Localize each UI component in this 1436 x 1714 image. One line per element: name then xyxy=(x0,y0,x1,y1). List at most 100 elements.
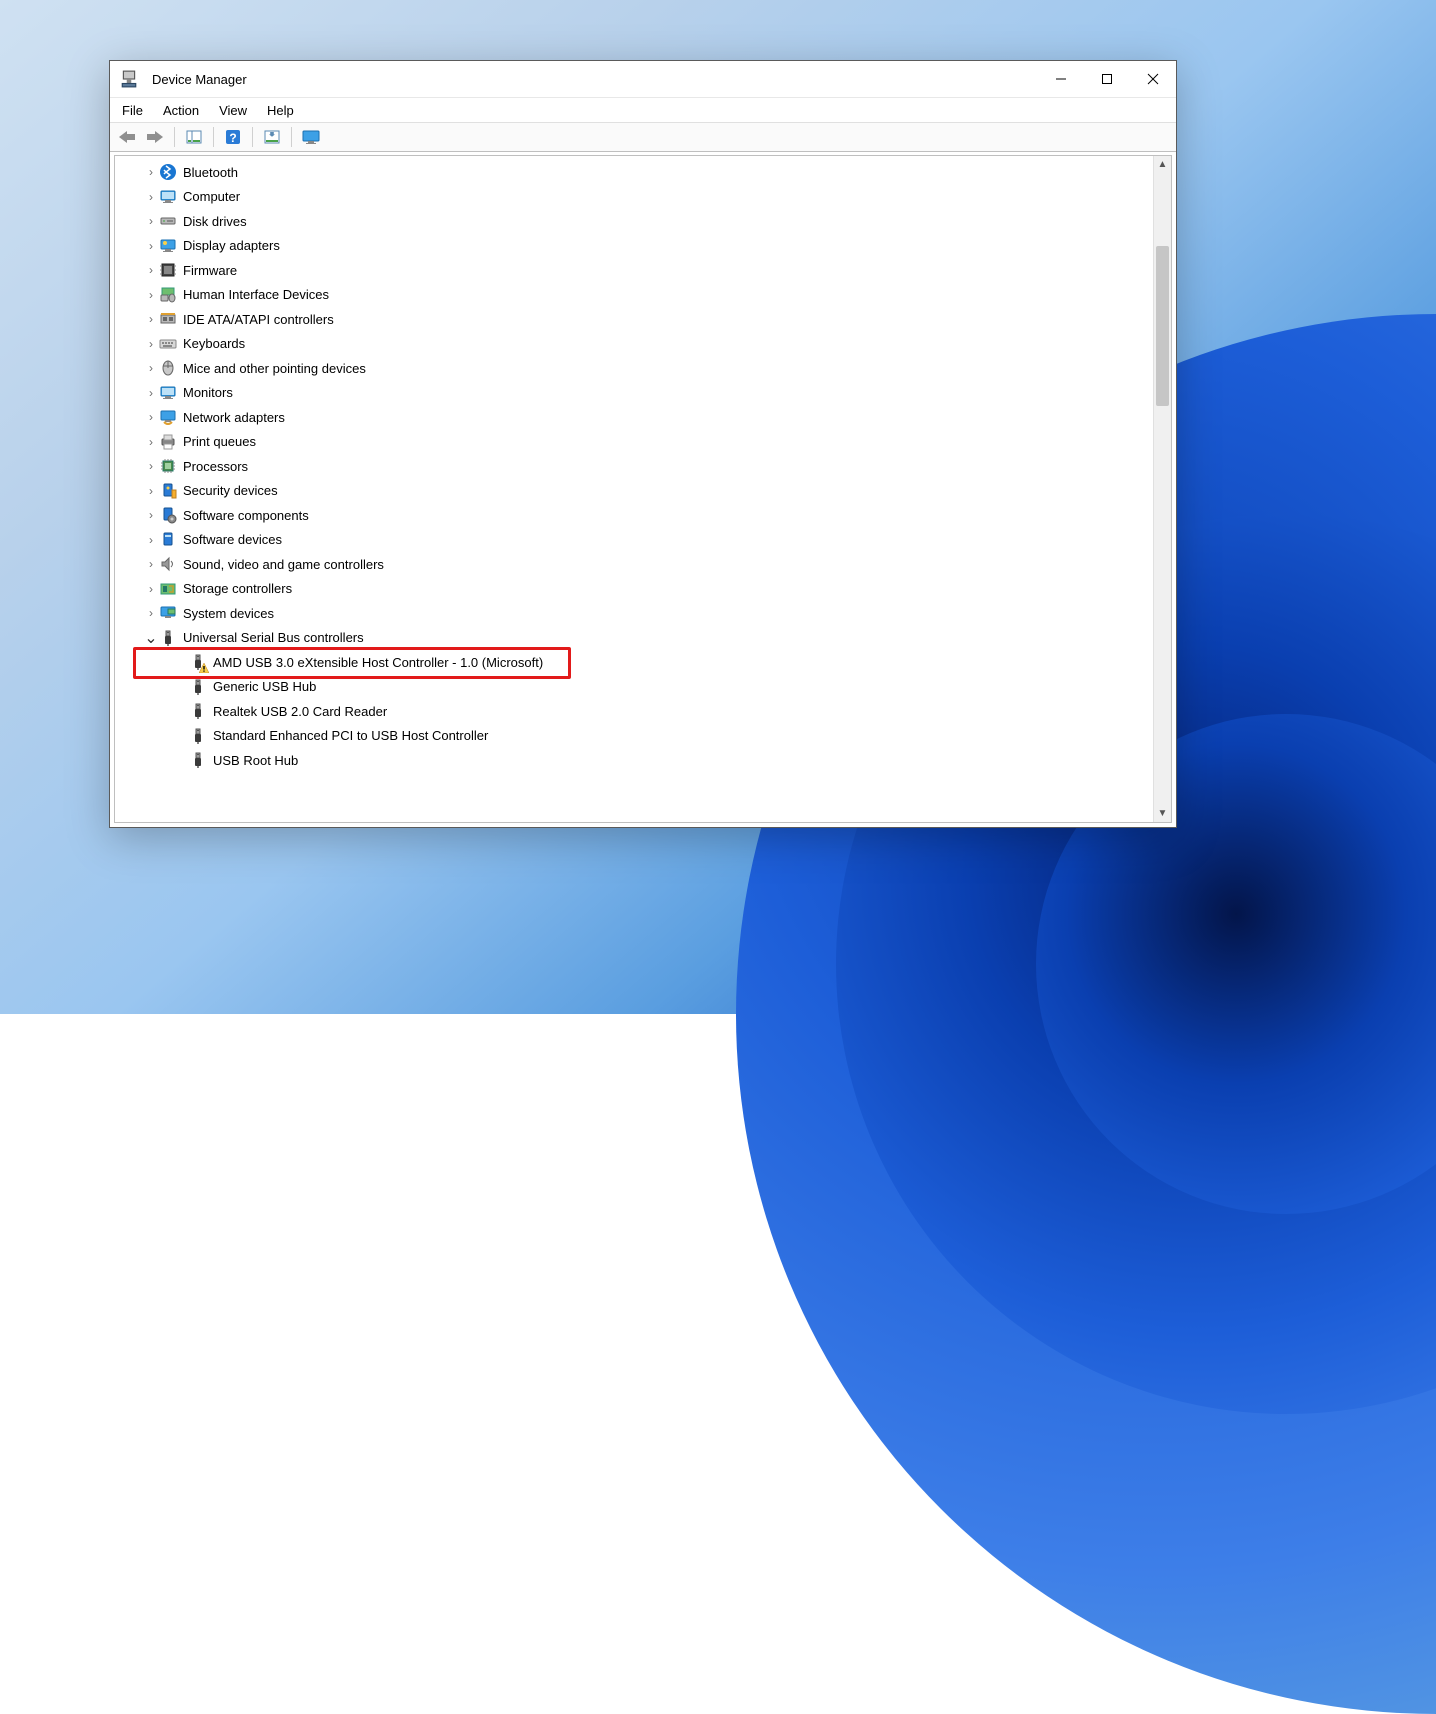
menu-action[interactable]: Action xyxy=(163,103,199,118)
expand-icon[interactable]: › xyxy=(143,214,159,228)
expand-icon[interactable]: › xyxy=(143,386,159,400)
tree-item-hid[interactable]: › Human Interface Devices xyxy=(115,283,1154,308)
tree-item-printer[interactable]: › Print queues xyxy=(115,430,1154,455)
usb-icon xyxy=(159,629,177,647)
tree-item-cpu[interactable]: ›Processors xyxy=(115,454,1154,479)
tree-item-keyboard[interactable]: › Keyboards xyxy=(115,332,1154,357)
expand-icon[interactable]: ⌄ xyxy=(143,628,159,648)
expand-icon[interactable]: › xyxy=(143,435,159,449)
expand-icon[interactable]: › xyxy=(143,459,159,473)
show-hide-tree-button[interactable] xyxy=(183,126,205,148)
menu-view[interactable]: View xyxy=(219,103,247,118)
tree-child-item[interactable]: USB Root Hub xyxy=(115,748,1154,773)
bluetooth-icon xyxy=(159,163,177,181)
expand-icon[interactable]: › xyxy=(143,557,159,571)
display-icon xyxy=(159,237,177,255)
tree-item-sound[interactable]: › Sound, video and game controllers xyxy=(115,552,1154,577)
tree-item-label: Software components xyxy=(183,508,309,523)
tree-item-label: USB Root Hub xyxy=(213,753,298,768)
tree-item-storage[interactable]: ›Storage controllers xyxy=(115,577,1154,602)
security-icon xyxy=(159,482,177,500)
usb-icon xyxy=(189,751,207,769)
back-button[interactable] xyxy=(116,126,138,148)
tree-child-item[interactable]: AMD USB 3.0 eXtensible Host Controller -… xyxy=(115,650,1154,675)
tree-item-network[interactable]: ›Network adapters xyxy=(115,405,1154,430)
expand-icon[interactable]: › xyxy=(143,508,159,522)
tree-item-label: System devices xyxy=(183,606,274,621)
expand-icon[interactable]: › xyxy=(143,582,159,596)
vertical-scrollbar[interactable]: ▲ ▼ xyxy=(1153,156,1171,822)
tree-item-display[interactable]: › Display adapters xyxy=(115,234,1154,259)
maximize-button[interactable] xyxy=(1084,61,1130,97)
expand-icon[interactable]: › xyxy=(143,606,159,620)
tree-item-disk[interactable]: ›Disk drives xyxy=(115,209,1154,234)
tree-item-label: Software devices xyxy=(183,532,282,547)
tree-item-security[interactable]: › Security devices xyxy=(115,479,1154,504)
scroll-thumb[interactable] xyxy=(1156,246,1169,406)
window-title: Device Manager xyxy=(152,72,247,87)
scroll-down-icon[interactable]: ▼ xyxy=(1154,805,1171,822)
tree-child-item[interactable]: Generic USB Hub xyxy=(115,675,1154,700)
tree-item-label: Keyboards xyxy=(183,336,245,351)
toolbar: ? xyxy=(110,122,1176,152)
expand-icon[interactable]: › xyxy=(143,533,159,547)
tree-item-mouse[interactable]: ›Mice and other pointing devices xyxy=(115,356,1154,381)
help-button[interactable]: ? xyxy=(222,126,244,148)
content-area: ›Bluetooth›Computer›Disk drives›Display … xyxy=(114,155,1172,823)
tree-item-label: Monitors xyxy=(183,385,233,400)
tree-item-label: Bluetooth xyxy=(183,165,238,180)
expand-icon[interactable]: › xyxy=(143,165,159,179)
expand-icon[interactable]: › xyxy=(143,239,159,253)
tree-item-firmware[interactable]: › Firmware xyxy=(115,258,1154,283)
printer-icon xyxy=(159,433,177,451)
tree-item-label: Security devices xyxy=(183,483,278,498)
tree-item-label: Generic USB Hub xyxy=(213,679,316,694)
tree-item-swdev[interactable]: › Software devices xyxy=(115,528,1154,553)
usb-icon xyxy=(189,727,207,745)
disk-icon xyxy=(159,212,177,230)
tree-item-label: Standard Enhanced PCI to USB Host Contro… xyxy=(213,728,488,743)
scan-hardware-button[interactable] xyxy=(261,126,283,148)
firmware-icon xyxy=(159,261,177,279)
expand-icon[interactable]: › xyxy=(143,410,159,424)
tree-item-ide[interactable]: ›IDE ATA/ATAPI controllers xyxy=(115,307,1154,332)
titlebar[interactable]: Device Manager xyxy=(110,61,1176,98)
tree-item-swcomp[interactable]: › Software components xyxy=(115,503,1154,528)
forward-button[interactable] xyxy=(144,126,166,148)
tree-item-label: AMD USB 3.0 eXtensible Host Controller -… xyxy=(213,655,543,670)
sound-icon xyxy=(159,555,177,573)
expand-icon[interactable]: › xyxy=(143,361,159,375)
scroll-up-icon[interactable]: ▲ xyxy=(1154,156,1171,173)
menu-help[interactable]: Help xyxy=(267,103,294,118)
monitor-button[interactable] xyxy=(300,126,322,148)
hid-icon xyxy=(159,286,177,304)
minimize-button[interactable] xyxy=(1038,61,1084,97)
expand-icon[interactable]: › xyxy=(143,312,159,326)
tree-item-monitor[interactable]: › Monitors xyxy=(115,381,1154,406)
usb-icon xyxy=(189,678,207,696)
keyboard-icon xyxy=(159,335,177,353)
tree-item-label: Sound, video and game controllers xyxy=(183,557,384,572)
mouse-icon xyxy=(159,359,177,377)
expand-icon[interactable]: › xyxy=(143,190,159,204)
tree-item-label: Human Interface Devices xyxy=(183,287,329,302)
tree-item-computer[interactable]: ›Computer xyxy=(115,185,1154,210)
expand-icon[interactable]: › xyxy=(143,484,159,498)
tree-child-item[interactable]: Realtek USB 2.0 Card Reader xyxy=(115,699,1154,724)
menu-file[interactable]: File xyxy=(122,103,143,118)
close-button[interactable] xyxy=(1130,61,1176,97)
device-tree[interactable]: ›Bluetooth›Computer›Disk drives›Display … xyxy=(115,156,1154,822)
tree-item-label: Print queues xyxy=(183,434,256,449)
expand-icon[interactable]: › xyxy=(143,288,159,302)
expand-icon[interactable]: › xyxy=(143,263,159,277)
svg-text:?: ? xyxy=(229,131,236,145)
tree-item-system[interactable]: › System devices xyxy=(115,601,1154,626)
tree-item-label: Display adapters xyxy=(183,238,280,253)
tree-child-item[interactable]: Standard Enhanced PCI to USB Host Contro… xyxy=(115,724,1154,749)
tree-item-label: Firmware xyxy=(183,263,237,278)
expand-icon[interactable]: › xyxy=(143,337,159,351)
tree-item-label: Realtek USB 2.0 Card Reader xyxy=(213,704,387,719)
tree-item-usb[interactable]: ⌄Universal Serial Bus controllers xyxy=(115,626,1154,651)
ide-icon xyxy=(159,310,177,328)
tree-item-bluetooth[interactable]: › Bluetooth xyxy=(115,160,1154,185)
